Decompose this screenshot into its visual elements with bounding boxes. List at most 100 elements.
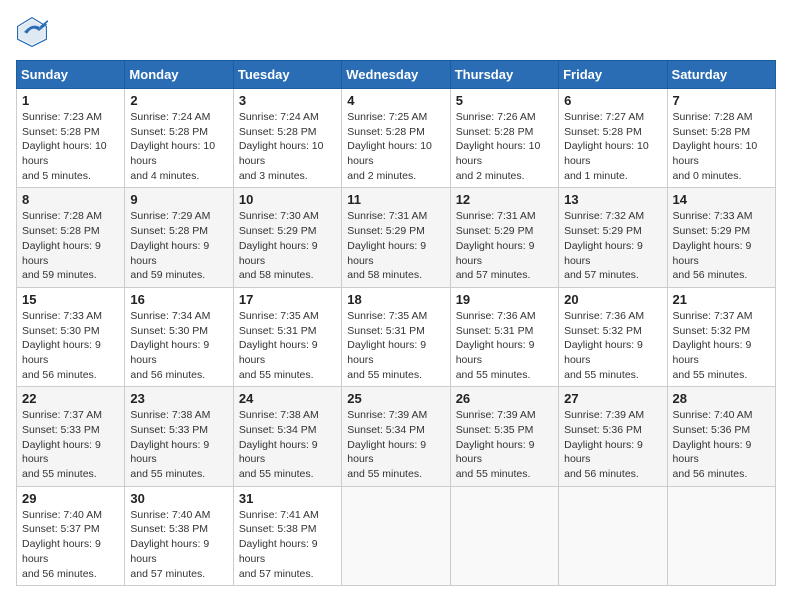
day-number: 25 [347,391,444,406]
day-info: Sunrise: 7:26 AMSunset: 5:28 PMDaylight … [456,110,553,183]
calendar-day-cell: 28 Sunrise: 7:40 AMSunset: 5:36 PMDayligh… [667,387,775,486]
day-info: Sunrise: 7:31 AMSunset: 5:29 PMDaylight … [456,209,553,282]
day-number: 7 [673,93,770,108]
page-header [16,16,776,48]
day-info: Sunrise: 7:32 AMSunset: 5:29 PMDaylight … [564,209,661,282]
day-info: Sunrise: 7:30 AMSunset: 5:29 PMDaylight … [239,209,336,282]
day-number: 13 [564,192,661,207]
day-of-week-header: Sunday [17,61,125,89]
day-info: Sunrise: 7:37 AMSunset: 5:32 PMDaylight … [673,309,770,382]
calendar-day-cell: 10 Sunrise: 7:30 AMSunset: 5:29 PMDayligh… [233,188,341,287]
day-number: 23 [130,391,227,406]
calendar-day-cell: 26 Sunrise: 7:39 AMSunset: 5:35 PMDayligh… [450,387,558,486]
day-number: 8 [22,192,119,207]
calendar-day-cell: 1 Sunrise: 7:23 AMSunset: 5:28 PMDaylight… [17,89,125,188]
logo [16,16,52,48]
day-number: 14 [673,192,770,207]
calendar-day-cell: 31 Sunrise: 7:41 AMSunset: 5:38 PMDayligh… [233,486,341,585]
calendar-day-cell: 8 Sunrise: 7:28 AMSunset: 5:28 PMDaylight… [17,188,125,287]
calendar-day-cell: 9 Sunrise: 7:29 AMSunset: 5:28 PMDaylight… [125,188,233,287]
day-number: 27 [564,391,661,406]
day-number: 19 [456,292,553,307]
day-number: 22 [22,391,119,406]
calendar-day-cell: 5 Sunrise: 7:26 AMSunset: 5:28 PMDaylight… [450,89,558,188]
day-number: 15 [22,292,119,307]
day-info: Sunrise: 7:29 AMSunset: 5:28 PMDaylight … [130,209,227,282]
calendar-day-cell: 3Sunrise: 7:24 AMSunset: 5:28 PMDaylight… [233,89,341,188]
day-info: Sunrise: 7:28 AMSunset: 5:28 PMDaylight … [673,110,770,183]
calendar-day-cell: 30 Sunrise: 7:40 AMSunset: 5:38 PMDayligh… [125,486,233,585]
calendar-day-cell: 2 Sunrise: 7:24 AMSunset: 5:28 PMDaylight… [125,89,233,188]
calendar-day-cell: 18Sunrise: 7:35 AMSunset: 5:31 PMDayligh… [342,287,450,386]
day-info: Sunrise: 7:41 AMSunset: 5:38 PMDaylight … [239,508,336,581]
day-number: 10 [239,192,336,207]
calendar-day-cell: 21 Sunrise: 7:37 AMSunset: 5:32 PMDayligh… [667,287,775,386]
day-number: 30 [130,491,227,506]
day-of-week-header: Monday [125,61,233,89]
calendar-header-row: SundayMondayTuesdayWednesdayThursdayFrid… [17,61,776,89]
calendar-day-cell: 15 Sunrise: 7:33 AMSunset: 5:30 PMDayligh… [17,287,125,386]
calendar-day-cell: 16 Sunrise: 7:34 AMSunset: 5:30 PMDayligh… [125,287,233,386]
calendar-day-cell: 24Sunrise: 7:38 AMSunset: 5:34 PMDayligh… [233,387,341,486]
day-number: 4 [347,93,444,108]
day-info: Sunrise: 7:36 AMSunset: 5:31 PMDaylight … [456,309,553,382]
day-info: Sunrise: 7:23 AMSunset: 5:28 PMDaylight … [22,110,119,183]
calendar-day-cell: 23 Sunrise: 7:38 AMSunset: 5:33 PMDayligh… [125,387,233,486]
day-of-week-header: Saturday [667,61,775,89]
calendar-day-cell: 6Sunrise: 7:27 AMSunset: 5:28 PMDaylight… [559,89,667,188]
day-number: 9 [130,192,227,207]
day-number: 3 [239,93,336,108]
calendar-day-cell [559,486,667,585]
day-info: Sunrise: 7:34 AMSunset: 5:30 PMDaylight … [130,309,227,382]
day-info: Sunrise: 7:40 AMSunset: 5:37 PMDaylight … [22,508,119,581]
day-number: 26 [456,391,553,406]
calendar-day-cell: 13 Sunrise: 7:32 AMSunset: 5:29 PMDayligh… [559,188,667,287]
calendar-day-cell: 14Sunrise: 7:33 AMSunset: 5:29 PMDayligh… [667,188,775,287]
day-info: Sunrise: 7:38 AMSunset: 5:34 PMDaylight … [239,408,336,481]
calendar-week-row: 15 Sunrise: 7:33 AMSunset: 5:30 PMDayligh… [17,287,776,386]
day-info: Sunrise: 7:27 AMSunset: 5:28 PMDaylight … [564,110,661,183]
day-info: Sunrise: 7:36 AMSunset: 5:32 PMDaylight … [564,309,661,382]
day-info: Sunrise: 7:24 AMSunset: 5:28 PMDaylight … [130,110,227,183]
day-info: Sunrise: 7:25 AMSunset: 5:28 PMDaylight … [347,110,444,183]
calendar-day-cell [667,486,775,585]
day-info: Sunrise: 7:40 AMSunset: 5:36 PMDaylight … [673,408,770,481]
day-number: 1 [22,93,119,108]
calendar-day-cell: 29 Sunrise: 7:40 AMSunset: 5:37 PMDayligh… [17,486,125,585]
day-info: Sunrise: 7:31 AMSunset: 5:29 PMDaylight … [347,209,444,282]
day-number: 16 [130,292,227,307]
day-info: Sunrise: 7:39 AMSunset: 5:35 PMDaylight … [456,408,553,481]
day-number: 28 [673,391,770,406]
day-info: Sunrise: 7:38 AMSunset: 5:33 PMDaylight … [130,408,227,481]
calendar-day-cell: 19 Sunrise: 7:36 AMSunset: 5:31 PMDayligh… [450,287,558,386]
day-number: 31 [239,491,336,506]
calendar-day-cell: 25Sunrise: 7:39 AMSunset: 5:34 PMDayligh… [342,387,450,486]
calendar-day-cell [342,486,450,585]
day-number: 21 [673,292,770,307]
day-number: 2 [130,93,227,108]
day-info: Sunrise: 7:28 AMSunset: 5:28 PMDaylight … [22,209,119,282]
day-number: 29 [22,491,119,506]
day-number: 17 [239,292,336,307]
day-of-week-header: Wednesday [342,61,450,89]
day-info: Sunrise: 7:35 AMSunset: 5:31 PMDaylight … [239,309,336,382]
day-number: 5 [456,93,553,108]
day-of-week-header: Tuesday [233,61,341,89]
day-of-week-header: Thursday [450,61,558,89]
day-info: Sunrise: 7:33 AMSunset: 5:30 PMDaylight … [22,309,119,382]
calendar-table: SundayMondayTuesdayWednesdayThursdayFrid… [16,60,776,586]
day-info: Sunrise: 7:39 AMSunset: 5:36 PMDaylight … [564,408,661,481]
day-of-week-header: Friday [559,61,667,89]
calendar-day-cell [450,486,558,585]
day-info: Sunrise: 7:37 AMSunset: 5:33 PMDaylight … [22,408,119,481]
day-info: Sunrise: 7:35 AMSunset: 5:31 PMDaylight … [347,309,444,382]
day-number: 11 [347,192,444,207]
logo-icon [16,16,48,48]
day-number: 12 [456,192,553,207]
calendar-day-cell: 7 Sunrise: 7:28 AMSunset: 5:28 PMDaylight… [667,89,775,188]
calendar-day-cell: 22 Sunrise: 7:37 AMSunset: 5:33 PMDayligh… [17,387,125,486]
calendar-day-cell: 17 Sunrise: 7:35 AMSunset: 5:31 PMDayligh… [233,287,341,386]
calendar-day-cell: 12 Sunrise: 7:31 AMSunset: 5:29 PMDayligh… [450,188,558,287]
day-info: Sunrise: 7:40 AMSunset: 5:38 PMDaylight … [130,508,227,581]
day-number: 20 [564,292,661,307]
